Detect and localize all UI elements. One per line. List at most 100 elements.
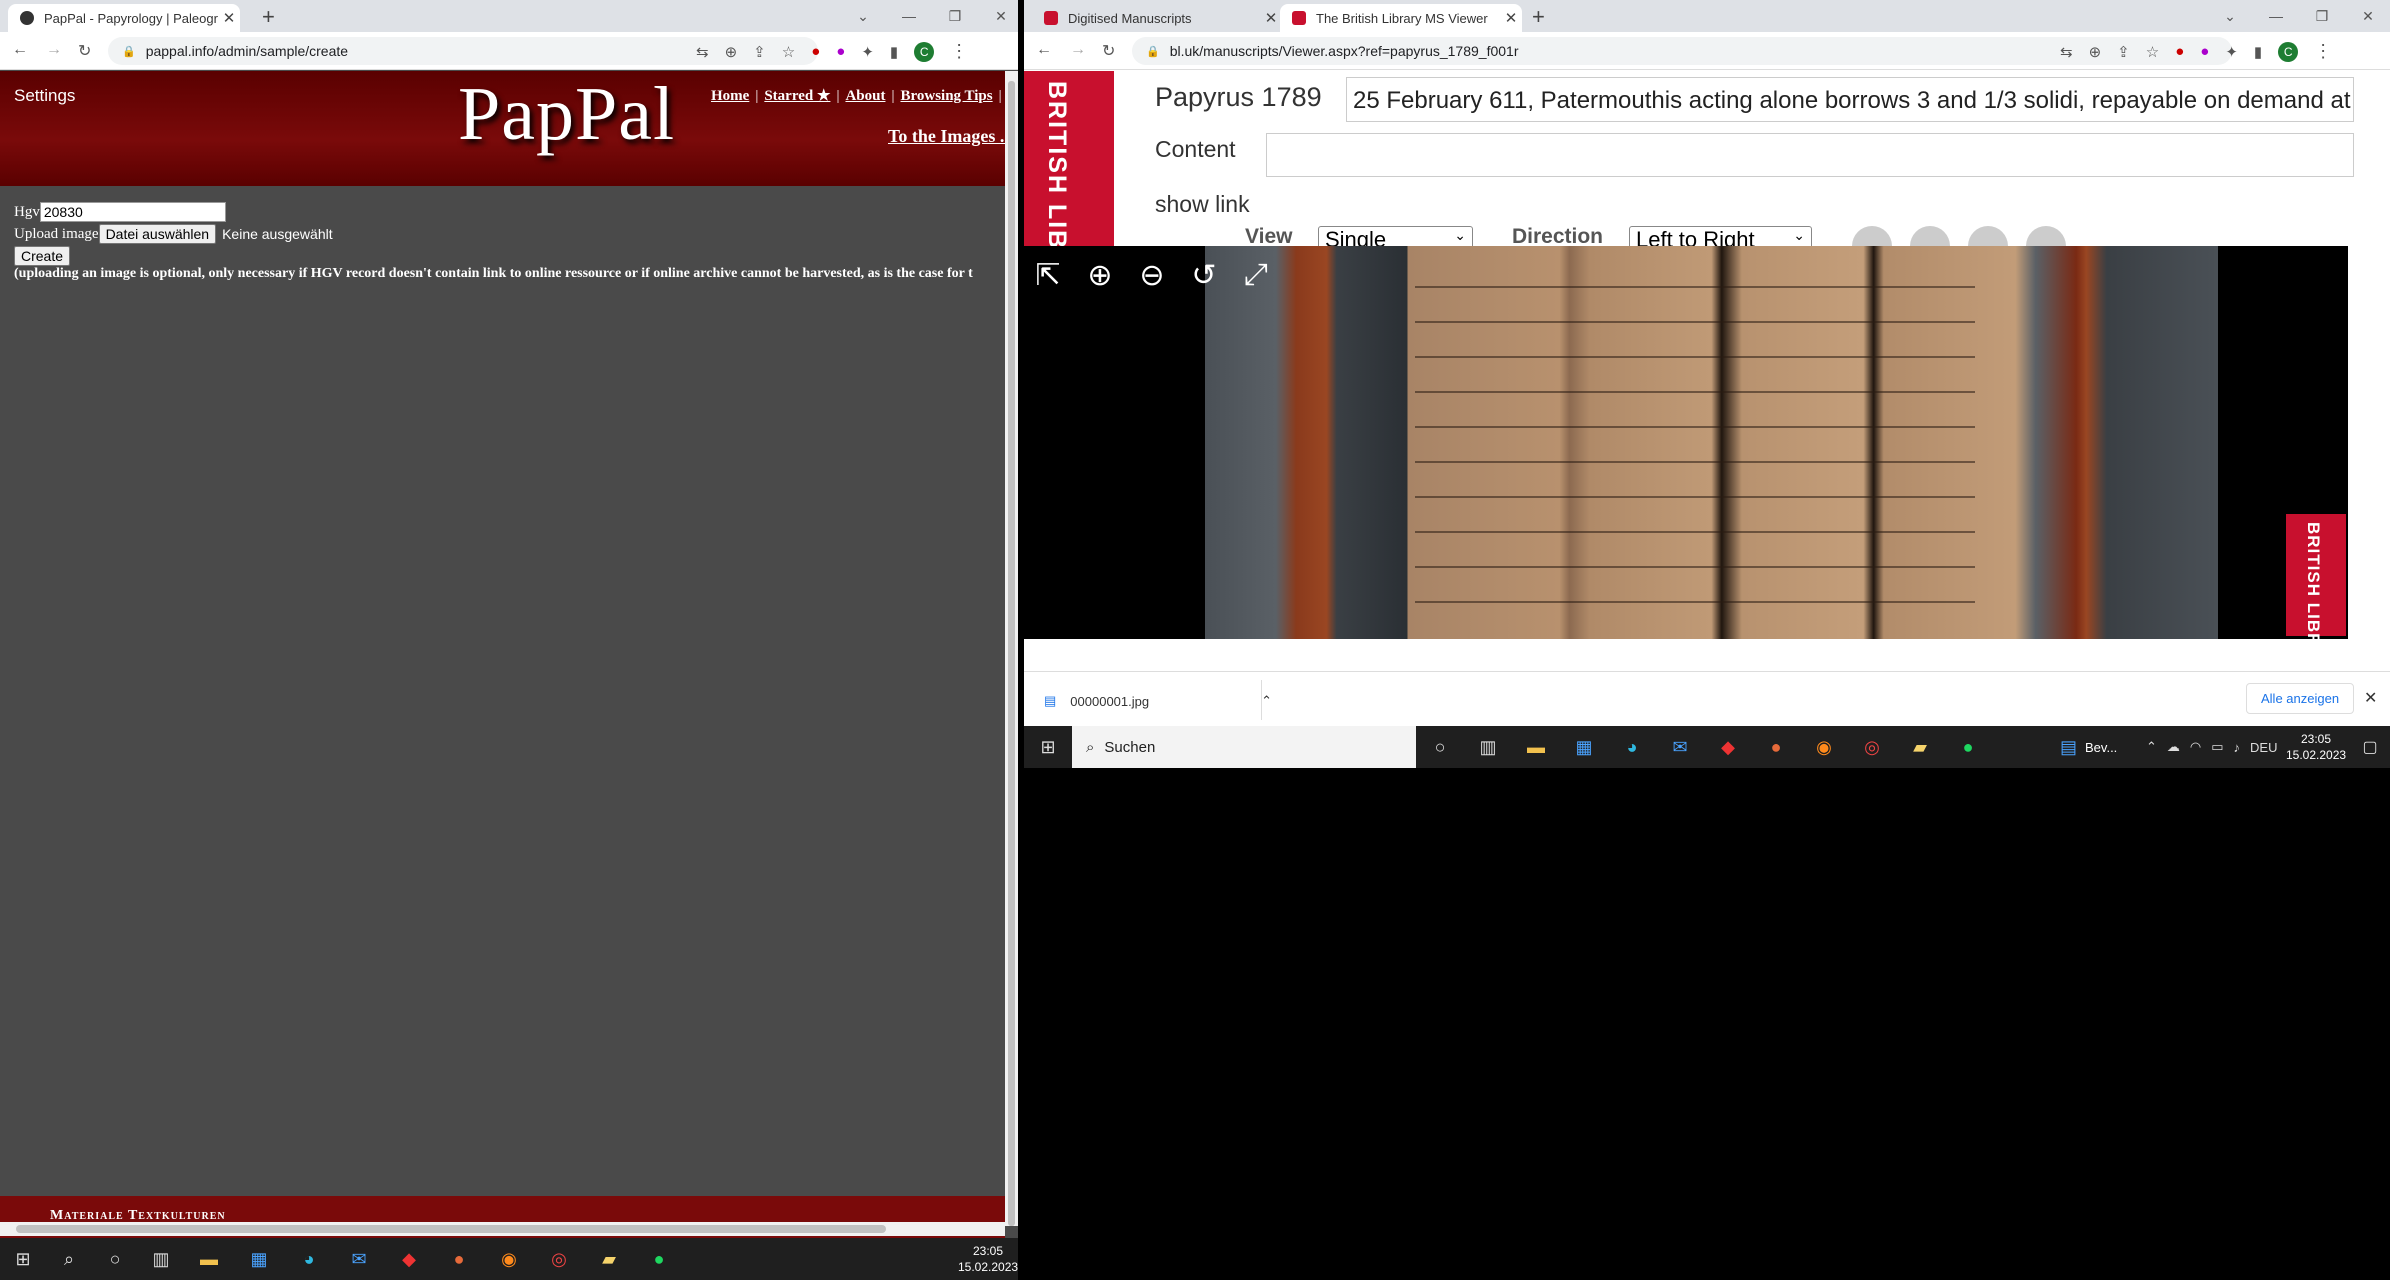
zoom-out-icon[interactable]: ⊖ (1132, 255, 1172, 295)
tab-bl-ms-viewer[interactable]: The British Library MS Viewer ✕ (1280, 4, 1522, 32)
file-explorer-icon[interactable]: ▬ (1512, 726, 1560, 768)
nav-browsing-tips[interactable]: Browsing Tips (900, 88, 992, 104)
puzzle-icon[interactable]: ✦ (861, 43, 874, 61)
file-manager-icon[interactable]: ▰ (584, 1238, 634, 1280)
minimize-icon[interactable]: — (2253, 0, 2299, 32)
restore-icon[interactable]: ❐ (2299, 0, 2345, 32)
zoom-icon[interactable]: ⊕ (725, 43, 738, 61)
tab-pappal[interactable]: PapPal - Papyrology | Paleograph ✕ (8, 4, 240, 32)
scrollbar-thumb[interactable] (1008, 81, 1015, 1226)
choose-file-button[interactable]: Datei auswählen (98, 224, 217, 244)
scrollbar-thumb[interactable] (16, 1225, 886, 1233)
extension-purple-icon[interactable]: ● (836, 43, 845, 60)
task-view-icon[interactable]: ▥ (138, 1238, 184, 1280)
menu-dots-icon[interactable]: ⋮ (950, 41, 968, 62)
nav-starred[interactable]: Starred ★ (764, 88, 830, 104)
create-button[interactable]: Create (14, 246, 71, 266)
windows-start-icon[interactable]: ⊞ (1024, 726, 1072, 768)
profile-avatar[interactable]: C (914, 41, 935, 62)
clock[interactable]: 23:05 15.02.2023 (958, 1243, 1018, 1275)
papyrus-image[interactable] (1205, 246, 2218, 639)
cortana-icon[interactable]: ○ (92, 1238, 138, 1280)
sidepanel-icon[interactable]: ▮ (2254, 43, 2262, 61)
close-window-icon[interactable]: ✕ (978, 0, 1018, 32)
extension-purple-icon[interactable]: ● (2200, 43, 2209, 60)
task-view-icon[interactable]: ▥ (1464, 726, 1512, 768)
cloud-icon[interactable]: ☁ (2167, 739, 2180, 755)
nav-home[interactable]: Home (711, 88, 749, 104)
mail-icon[interactable]: ✉ (334, 1238, 384, 1280)
exit-viewer-icon[interactable]: ⇱ (1028, 255, 1068, 295)
chrome-icon[interactable]: ◎ (534, 1238, 584, 1280)
to-images-link[interactable]: To the Images ... (888, 126, 1013, 147)
wifi-icon[interactable]: ◠ (2190, 739, 2201, 755)
bookmark-star-icon[interactable]: ☆ (782, 43, 795, 61)
zoom-in-icon[interactable]: ⊕ (1080, 255, 1120, 295)
mail-icon[interactable]: ✉ (1656, 726, 1704, 768)
edge-icon[interactable]: ◕ (284, 1238, 334, 1280)
extension-red-icon[interactable]: ● (2175, 43, 2184, 60)
nav-about[interactable]: About (845, 88, 885, 104)
pappal-logo[interactable]: PapPal (458, 71, 675, 158)
file-explorer-icon[interactable]: ▬ (184, 1238, 234, 1280)
chrome-icon[interactable]: ◎ (1848, 726, 1896, 768)
fullscreen-icon[interactable]: ⤢ (1236, 255, 1276, 295)
translate-icon[interactable]: ⇆ (696, 43, 709, 61)
close-tab-icon[interactable]: ✕ (1260, 9, 1282, 27)
tab-search-icon[interactable]: ⌄ (840, 0, 886, 32)
sidepanel-icon[interactable]: ▮ (890, 43, 898, 61)
windows-start-icon[interactable]: ⊞ (0, 1238, 46, 1280)
rotate-icon[interactable]: ↺ (1184, 255, 1224, 295)
back-icon[interactable]: ← (12, 41, 28, 59)
battery-icon[interactable]: ▭ (2211, 739, 2223, 755)
tray-chevron-icon[interactable]: ⌃ (2146, 739, 2157, 755)
download-item[interactable]: ▤ 00000001.jpg ⌃ (1044, 684, 1272, 718)
show-link[interactable]: show link (1155, 191, 1250, 218)
zoom-icon[interactable]: ⊕ (2089, 43, 2102, 61)
share-icon[interactable]: ⇪ (2117, 43, 2130, 61)
bookmark-star-icon[interactable]: ☆ (2146, 43, 2159, 61)
horizontal-scrollbar[interactable] (0, 1222, 1005, 1236)
edge-icon[interactable]: ◕ (1608, 726, 1656, 768)
firefox-icon[interactable]: ◉ (484, 1238, 534, 1280)
taskbar-app-word[interactable]: ▤ Bev... (2060, 726, 2117, 768)
tab-digitised-manuscripts[interactable]: Digitised Manuscripts ✕ (1032, 4, 1282, 32)
cortana-icon[interactable]: ○ (1416, 726, 1464, 768)
new-tab-icon[interactable]: + (1532, 4, 1545, 30)
acrobat-icon[interactable]: ◆ (1704, 726, 1752, 768)
vertical-scrollbar[interactable] (1005, 71, 1018, 1226)
close-tab-icon[interactable]: ✕ (1500, 9, 1522, 27)
show-all-downloads-button[interactable]: Alle anzeigen (2246, 683, 2355, 714)
settings-link[interactable]: Settings (14, 86, 75, 106)
powerpoint-icon[interactable]: ● (434, 1238, 484, 1280)
taskbar-search-box[interactable]: ⌕ Suchen (1072, 726, 1416, 768)
reload-icon[interactable]: ↻ (1102, 41, 1115, 61)
close-tab-icon[interactable]: ✕ (218, 9, 240, 27)
clock[interactable]: 23:05 15.02.2023 (2286, 731, 2346, 763)
tab-search-icon[interactable]: ⌄ (2207, 0, 2253, 32)
translate-icon[interactable]: ⇆ (2060, 43, 2073, 61)
new-tab-icon[interactable]: + (262, 4, 275, 30)
spotify-icon[interactable]: ● (1944, 726, 1992, 768)
share-icon[interactable]: ⇪ (753, 43, 766, 61)
forward-icon[interactable]: → (46, 41, 62, 59)
restore-icon[interactable]: ❐ (932, 0, 978, 32)
file-manager-icon[interactable]: ▰ (1896, 726, 1944, 768)
minimize-icon[interactable]: — (886, 0, 932, 32)
reload-icon[interactable]: ↻ (78, 41, 91, 61)
firefox-icon[interactable]: ◉ (1800, 726, 1848, 768)
image-viewer[interactable]: ⇱ ⊕ ⊖ ↺ ⤢ BRITISH LIBRARY (1024, 246, 2348, 639)
bl-logo[interactable]: BRITISH LIBRARY (1024, 71, 1114, 328)
notification-icon[interactable]: ▢ (2350, 726, 2390, 768)
forward-icon[interactable]: → (1070, 41, 1086, 59)
profile-avatar[interactable]: C (2278, 41, 2299, 62)
menu-dots-icon[interactable]: ⋮ (2314, 41, 2332, 62)
hgv-input[interactable] (39, 202, 226, 222)
store-icon[interactable]: ▦ (1560, 726, 1608, 768)
back-icon[interactable]: ← (1036, 41, 1052, 59)
acrobat-icon[interactable]: ◆ (384, 1238, 434, 1280)
volume-icon[interactable]: ♪ (2234, 740, 2241, 755)
chevron-up-icon[interactable]: ⌃ (1261, 693, 1272, 709)
extension-red-icon[interactable]: ● (811, 43, 820, 60)
close-download-bar-icon[interactable]: ✕ (2364, 688, 2377, 708)
